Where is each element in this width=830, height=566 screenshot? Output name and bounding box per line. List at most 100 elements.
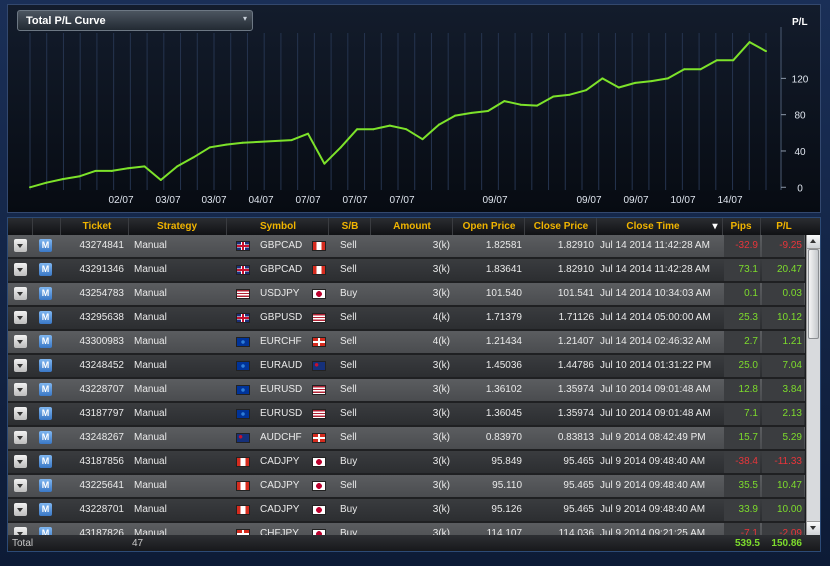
side-cell: Buy: [340, 288, 358, 299]
column-header-pl[interactable]: P/L: [764, 221, 804, 232]
table-row[interactable]: M 43187856 Manual CADJPY Buy 3(k) 95.849 95.465…: [8, 451, 805, 475]
row-expand-button[interactable]: [14, 263, 27, 276]
column-separator: [452, 218, 453, 235]
open-price-cell: 95.849: [491, 456, 522, 467]
close-time-cell: Jul 10 2014 01:31:22 PM: [600, 360, 712, 371]
row-expand-button[interactable]: [14, 431, 27, 444]
row-expand-button[interactable]: [14, 359, 27, 372]
row-expand-button[interactable]: [14, 503, 27, 516]
amount-cell: 3(k): [432, 240, 450, 251]
pl-cell: 0.03: [762, 283, 804, 305]
side-cell: Sell: [340, 240, 357, 251]
row-expand-button[interactable]: [14, 287, 27, 300]
pips-cell: -7.1: [724, 523, 760, 535]
ticket-cell: 43187797: [79, 408, 125, 419]
open-price-cell: 1.21434: [485, 336, 522, 347]
footer-total-label: Total: [12, 538, 34, 549]
pl-point: [127, 167, 130, 170]
table-row[interactable]: M 43295638 Manual GBPUSD Sell 4(k) 1.71379 1.71…: [8, 307, 805, 331]
pips-cell: -38.4: [724, 451, 760, 473]
strategy-cell: Manual: [134, 264, 167, 275]
scroll-down-button[interactable]: [807, 521, 820, 535]
column-separator: [128, 218, 129, 235]
manual-badge: M: [39, 263, 52, 276]
table-row[interactable]: M 43274841 Manual GBPCAD Sell 3(k) 1.82581 1.82…: [8, 235, 805, 259]
column-separator: [760, 218, 761, 235]
symbol-cell: CADJPY: [260, 504, 300, 515]
pl-point: [143, 165, 146, 168]
row-expand-button[interactable]: [14, 383, 27, 396]
close-price-cell: 1.35974: [557, 408, 594, 419]
pips-cell: 15.7: [724, 427, 760, 449]
table-row[interactable]: M 43248267 Manual AUDCHF Sell 3(k) 0.83970 0.83…: [8, 427, 805, 451]
column-header-strategy[interactable]: Strategy: [132, 221, 222, 232]
scroll-thumb[interactable]: [808, 249, 819, 339]
pl-point: [307, 132, 310, 135]
manual-badge: M: [39, 359, 52, 372]
row-expand-button[interactable]: [14, 407, 27, 420]
symbol-cell: GBPCAD: [260, 264, 303, 275]
amount-cell: 4(k): [432, 312, 450, 323]
row-expand-button[interactable]: [14, 311, 27, 324]
column-header-ticket[interactable]: Ticket: [70, 221, 124, 232]
au-flag-icon: [312, 361, 326, 371]
table-row[interactable]: M 43187797 Manual EURUSD Sell 3(k) 1.36045 1.35…: [8, 403, 805, 427]
column-separator: [596, 218, 597, 235]
pips-cell: 25.3: [724, 307, 760, 329]
pl-point: [339, 146, 342, 149]
table-row[interactable]: M 43225641 Manual CADJPY Sell 3(k) 95.110 95.46…: [8, 475, 805, 499]
sort-desc-icon[interactable]: ▾: [710, 221, 720, 232]
strategy-cell: Manual: [134, 240, 167, 251]
column-header-amount[interactable]: Amount: [372, 221, 452, 232]
close-price-cell: 1.44786: [557, 360, 594, 371]
y-tick-label: 80: [794, 111, 806, 122]
chart-panel: Total P/L Curve ▾ P/L 0 40 80 120 02/07 03/07…: [7, 4, 821, 213]
column-header-sb[interactable]: S/B: [330, 221, 370, 232]
column-header-close-time[interactable]: Close Time: [598, 221, 708, 232]
row-expand-button[interactable]: [14, 239, 27, 252]
column-header-pips[interactable]: Pips: [724, 221, 758, 232]
pl-point: [192, 156, 195, 159]
table-row[interactable]: M 43187826 Manual CHFJPY Buy 3(k) 114.107 114.0…: [8, 523, 805, 535]
pl-point: [519, 103, 522, 106]
table-row[interactable]: M 43300983 Manual EURCHF Sell 4(k) 1.21434 1.21…: [8, 331, 805, 355]
pl-point: [225, 143, 228, 146]
table-row[interactable]: M 43228707 Manual EURUSD Sell 3(k) 1.36102 1.35…: [8, 379, 805, 403]
symbol-cell: EURAUD: [260, 360, 303, 371]
eu-flag-icon: [236, 337, 250, 347]
close-time-cell: Jul 14 2014 05:00:00 AM: [600, 312, 711, 323]
table-row[interactable]: M 43228701 Manual CADJPY Buy 3(k) 95.126 95.465…: [8, 499, 805, 523]
x-tick-label: 02/07: [108, 195, 133, 206]
close-price-cell: 1.71126: [558, 312, 594, 323]
row-expand-button[interactable]: [14, 335, 27, 348]
pl-point: [257, 140, 260, 143]
vertical-scrollbar[interactable]: [806, 235, 820, 535]
table-row[interactable]: M 43291346 Manual GBPCAD Sell 3(k) 1.83641 1.82…: [8, 259, 805, 283]
table-row[interactable]: M 43254783 Manual USDJPY Buy 3(k) 101.540 101.5…: [8, 283, 805, 307]
row-expand-button[interactable]: [14, 527, 27, 535]
pl-point: [486, 110, 489, 113]
pl-point: [617, 86, 620, 89]
scroll-up-button[interactable]: [807, 235, 820, 249]
pl-point: [552, 95, 555, 98]
symbol-cell: GBPCAD: [260, 240, 303, 251]
column-header-close-price[interactable]: Close Price: [526, 221, 596, 232]
x-tick-label: 03/07: [155, 195, 180, 206]
column-header-open-price[interactable]: Open Price: [454, 221, 524, 232]
x-tick-label: 09/07: [623, 195, 648, 206]
close-time-cell: Jul 10 2014 09:01:48 AM: [600, 384, 711, 395]
column-header-symbol[interactable]: Symbol: [228, 221, 328, 232]
ca-flag-icon: [312, 241, 326, 251]
ticket-cell: 43254783: [79, 288, 125, 299]
ch-flag-icon: [312, 337, 326, 347]
row-expand-button[interactable]: [14, 479, 27, 492]
us-flag-icon: [312, 409, 326, 419]
pl-point: [29, 186, 31, 189]
row-expand-button[interactable]: [14, 455, 27, 468]
side-cell: Buy: [340, 528, 358, 535]
ticket-cell: 43274841: [79, 240, 125, 251]
symbol-cell: EURUSD: [260, 408, 303, 419]
table-row[interactable]: M 43248452 Manual EURAUD Sell 3(k) 1.45036 1.44…: [8, 355, 805, 379]
gb-flag-icon: [236, 265, 250, 275]
pl-point: [274, 139, 277, 142]
